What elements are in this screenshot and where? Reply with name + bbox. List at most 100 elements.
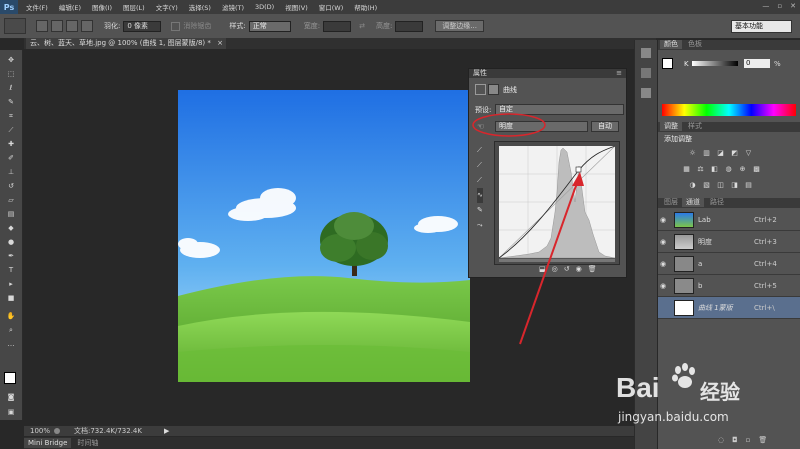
threshold-icon[interactable]: ◫ [716, 181, 725, 189]
history-brush-tool-icon[interactable]: ↺ [6, 182, 16, 190]
menu-help[interactable]: 帮助(H) [354, 2, 377, 12]
document-tab[interactable]: 云、树、蓝天、草地.jpg @ 100% (曲线 1, 图层蒙版/8) * × [26, 38, 226, 49]
path-select-tool-icon[interactable]: ▸ [6, 280, 16, 288]
curves-icon[interactable]: ◪ [716, 149, 725, 157]
tab-channels[interactable]: 通道 [682, 198, 704, 207]
status-info-icon[interactable] [54, 428, 60, 434]
photo-filter-icon[interactable]: ◍ [724, 165, 733, 173]
color-balance-icon[interactable]: ⚖ [696, 165, 705, 173]
swap-dimensions-icon[interactable]: ⇄ [359, 22, 365, 30]
quick-select-tool-icon[interactable]: ✎ [6, 98, 16, 106]
properties-tab[interactable]: 属性 [473, 69, 487, 77]
menu-file[interactable]: 文件(F) [26, 2, 48, 12]
shape-tool-icon[interactable]: ■ [6, 294, 16, 302]
crop-tool-icon[interactable]: ⌗ [6, 112, 16, 120]
stamp-tool-icon[interactable]: ⊥ [6, 168, 16, 176]
channel-row-b[interactable]: ◉ b Ctrl+5 [658, 275, 800, 297]
white-point-eyedropper-icon[interactable]: ⟋ [477, 173, 483, 188]
channel-mixer-icon[interactable]: ⊕ [738, 165, 747, 173]
menu-type[interactable]: 文字(Y) [156, 2, 178, 12]
menu-layer[interactable]: 图层(L) [123, 2, 145, 12]
posterize-icon[interactable]: ▧ [702, 181, 711, 189]
width-input[interactable] [323, 20, 352, 32]
marquee-preset-picker[interactable] [4, 18, 26, 34]
curve-point-tool-icon[interactable]: ∿ [477, 188, 483, 203]
refine-edge-button[interactable]: 调整边缘... [435, 20, 484, 32]
menu-filter[interactable]: 滤镜(T) [222, 2, 244, 12]
new-selection-icon[interactable] [36, 20, 48, 32]
eyedropper-tool-icon[interactable]: ⟋ [6, 126, 16, 134]
gradient-map-icon[interactable]: ▤ [744, 181, 753, 189]
move-tool-icon[interactable]: ✥ [6, 56, 16, 64]
mask-icon[interactable] [488, 84, 499, 95]
visibility-eye-icon[interactable]: ◉ [658, 260, 668, 268]
visibility-eye-icon[interactable]: ◉ [658, 238, 668, 246]
menu-edit[interactable]: 编辑(E) [59, 2, 81, 12]
exposure-icon[interactable]: ◩ [730, 149, 739, 157]
gradient-tool-icon[interactable]: ▤ [6, 210, 16, 218]
screen-mode-icon[interactable]: ▣ [6, 408, 16, 416]
color-lookup-icon[interactable]: ▩ [752, 165, 761, 173]
tab-swatches[interactable]: 色板 [684, 40, 706, 49]
foreground-color-swatch[interactable] [4, 372, 16, 384]
feather-input[interactable]: 0 像素 [123, 20, 162, 32]
visibility-eye-icon[interactable]: ◉ [658, 216, 668, 224]
tab-timeline[interactable]: 时间轴 [73, 438, 102, 448]
color-spectrum-bar[interactable] [662, 104, 796, 116]
brush-tool-icon[interactable]: ✐ [6, 154, 16, 162]
pencil-curve-icon[interactable]: ✎ [477, 203, 483, 218]
marquee-tool-icon[interactable]: ⬚ [6, 70, 16, 78]
pen-tool-icon[interactable]: ✒ [6, 252, 16, 260]
zoom-level[interactable]: 100% [30, 427, 54, 435]
channel-row-lab[interactable]: ◉ Lab Ctrl+2 [658, 209, 800, 231]
style-select[interactable]: 正常 [248, 20, 291, 32]
properties-panel-icon[interactable] [641, 68, 651, 78]
hue-saturation-icon[interactable]: ▦ [682, 165, 691, 173]
history-panel-icon[interactable] [641, 48, 651, 58]
healing-tool-icon[interactable]: ✚ [6, 140, 16, 148]
workspace-select[interactable]: 基本功能 [731, 20, 792, 33]
black-point-eyedropper-icon[interactable]: ⟋ [477, 143, 483, 158]
channel-row-lightness[interactable]: ◉ 明度 Ctrl+3 [658, 231, 800, 253]
vibrance-icon[interactable]: ▽ [744, 149, 753, 157]
menu-view[interactable]: 视图(V) [285, 2, 308, 12]
visibility-eye-icon[interactable]: ◉ [658, 282, 668, 290]
k-value-input[interactable]: 0 [744, 59, 770, 68]
height-input[interactable] [395, 20, 424, 32]
auto-button[interactable]: 自动 [591, 121, 619, 132]
menu-select[interactable]: 选择(S) [189, 2, 211, 12]
status-menu-arrow-icon[interactable]: ▶ [164, 427, 169, 435]
document-canvas[interactable] [178, 90, 470, 382]
brightness-contrast-icon[interactable]: ☼ [688, 149, 697, 157]
channel-row-curves-mask[interactable]: 曲线 1蒙版 Ctrl+\ [658, 297, 800, 319]
tab-layers[interactable]: 图层 [660, 198, 682, 207]
blur-tool-icon[interactable]: ◆ [6, 224, 16, 232]
menu-3d[interactable]: 3D(D) [255, 3, 274, 11]
channel-row-a[interactable]: ◉ a Ctrl+4 [658, 253, 800, 275]
menu-image[interactable]: 图像(I) [92, 2, 112, 12]
menu-window[interactable]: 窗口(W) [319, 2, 344, 12]
maximize-button[interactable]: ▫ [777, 2, 782, 10]
tab-mini-bridge[interactable]: Mini Bridge [24, 438, 72, 448]
antialias-checkbox[interactable] [171, 21, 181, 31]
zoom-tool-icon[interactable]: ⌕ [6, 326, 16, 334]
smooth-curve-icon[interactable]: ⤳ [477, 218, 483, 233]
document-tab-close[interactable]: × [217, 39, 223, 47]
tab-styles[interactable]: 样式 [684, 122, 706, 131]
tab-paths[interactable]: 路径 [706, 198, 728, 207]
foreground-swatch[interactable] [662, 58, 673, 69]
tab-color[interactable]: 颜色 [660, 40, 682, 49]
more-tools-icon[interactable]: … [6, 340, 16, 348]
hand-tool-icon[interactable]: ✋ [6, 312, 16, 320]
lasso-tool-icon[interactable]: ℓ [6, 84, 16, 92]
black-white-icon[interactable]: ◧ [710, 165, 719, 173]
invert-icon[interactable]: ◑ [688, 181, 697, 189]
subtract-selection-icon[interactable] [66, 20, 78, 32]
selective-color-icon[interactable]: ◨ [730, 181, 739, 189]
character-panel-icon[interactable] [641, 88, 651, 98]
tab-adjustments[interactable]: 调整 [660, 122, 682, 131]
eraser-tool-icon[interactable]: ▱ [6, 196, 16, 204]
dodge-tool-icon[interactable]: ● [6, 238, 16, 246]
gray-point-eyedropper-icon[interactable]: ⟋ [477, 158, 483, 173]
close-button[interactable]: ✕ [790, 2, 796, 10]
